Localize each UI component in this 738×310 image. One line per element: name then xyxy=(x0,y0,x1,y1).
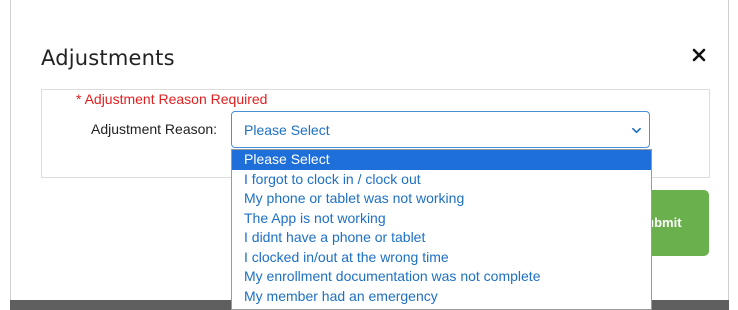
required-message: * Adjustment Reason Required xyxy=(76,91,268,107)
close-icon[interactable] xyxy=(688,42,710,68)
dropdown-option[interactable]: My member had an emergency xyxy=(232,287,651,307)
dropdown-option[interactable]: The App is not working xyxy=(232,209,651,229)
dropdown-option[interactable]: I clocked in/out at the wrong time xyxy=(232,248,651,268)
adjustment-reason-label: Adjustment Reason: xyxy=(91,121,218,137)
dropdown-option[interactable]: Please Select xyxy=(232,150,651,170)
adjustment-reason-select[interactable]: Please Select xyxy=(231,111,650,148)
close-glyph xyxy=(692,48,706,62)
dropdown-option[interactable]: My enrollment documentation was not comp… xyxy=(232,267,651,287)
modal-title: Adjustments xyxy=(41,46,175,70)
dropdown-option[interactable]: My phone or tablet was not working xyxy=(232,189,651,209)
adjustment-reason-dropdown[interactable]: Please Select I forgot to clock in / clo… xyxy=(231,149,652,310)
select-current-value: Please Select xyxy=(244,122,330,138)
dropdown-option[interactable]: I didnt have a phone or tablet xyxy=(232,228,651,248)
dropdown-option[interactable]: I forgot to clock in / clock out xyxy=(232,170,651,190)
chevron-down-icon xyxy=(632,127,641,134)
